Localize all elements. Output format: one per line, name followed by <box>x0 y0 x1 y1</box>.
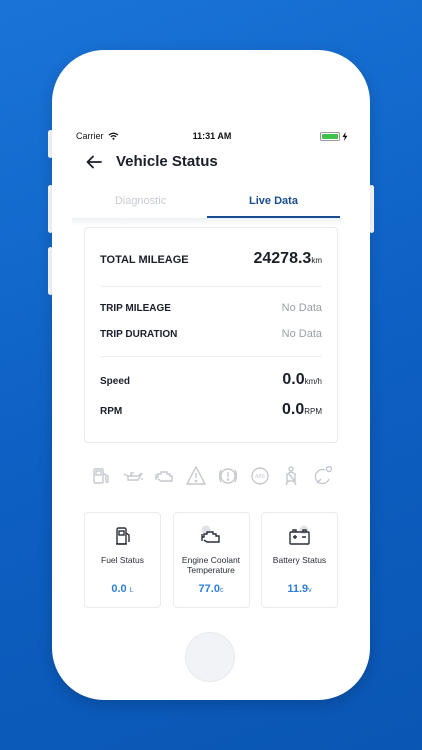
rpm-label: RPM <box>100 406 123 417</box>
rpm-unit: RPM <box>304 407 322 416</box>
tab-bar: Diagnostic Live Data <box>74 190 340 218</box>
fuel-status-label: Fuel Status <box>101 555 144 565</box>
tire-pressure-icon <box>314 465 333 485</box>
battery-status-unit: v <box>308 587 312 594</box>
trip-duration-label: TRIP DURATION <box>100 329 178 340</box>
status-tiles: Fuel Status 0.0 L Engine Coolant Tempera… <box>84 512 338 608</box>
speed-label: Speed <box>100 376 131 387</box>
trip-duration-value: No Data <box>281 328 322 340</box>
speed-value: 0.0 <box>282 371 305 388</box>
speed-row: Speed 0.0km/h <box>100 371 322 389</box>
speed-value-group: 0.0km/h <box>282 371 322 389</box>
page-title: Vehicle Status <box>116 153 218 170</box>
rpm-value-group: 0.0RPM <box>282 401 322 419</box>
engine-coolant-icon <box>201 525 220 543</box>
phone-frame: Carrier 11:31 AM Vehicle Status Diagnost… <box>52 50 370 700</box>
battery-status-label: Battery Status <box>272 555 327 565</box>
seatbelt-icon <box>285 466 297 486</box>
battery-icon <box>288 525 310 545</box>
rpm-row: RPM 0.0RPM <box>100 401 322 419</box>
charging-bolt-icon <box>342 131 348 141</box>
engine-coolant-value: 77.0 <box>198 583 220 595</box>
battery-level-icon <box>320 131 340 141</box>
trip-mileage-value: No Data <box>281 302 322 314</box>
oil-icon <box>123 472 143 481</box>
back-arrow-icon[interactable] <box>86 155 102 169</box>
wifi-icon <box>108 132 118 140</box>
status-bar: Carrier 11:31 AM <box>76 129 348 143</box>
fuel-status-value-group: 0.0 L <box>111 583 133 595</box>
tab-shadow <box>72 218 342 226</box>
battery-status-tile[interactable]: Battery Status 11.9v <box>261 512 338 608</box>
tab-live-data[interactable]: Live Data <box>207 190 340 218</box>
status-time: 11:31 AM <box>192 131 232 141</box>
carrier-label: Carrier <box>76 131 104 141</box>
divider <box>100 286 322 287</box>
fuel-status-unit: L <box>129 587 134 594</box>
svg-text:ABS: ABS <box>255 474 266 480</box>
live-data-card: TOTAL MILEAGE 24278.3km TRIP MILEAGE No … <box>84 227 338 443</box>
engine-coolant-label: Engine Coolant Temperature <box>181 555 241 576</box>
battery-status-value-group: 11.9v <box>287 583 311 595</box>
rpm-value: 0.0 <box>281 401 305 418</box>
tab-diagnostic[interactable]: Diagnostic <box>74 190 207 218</box>
abs-icon: ABS <box>250 467 269 485</box>
fuel-status-value: 0.0 <box>111 583 127 595</box>
engine-coolant-value-group: 77.0c <box>199 583 224 595</box>
engine-icon <box>155 471 174 482</box>
page-header: Vehicle Status <box>86 153 218 170</box>
engine-coolant-unit: c <box>219 587 224 594</box>
battery-status-value: 11.9 <box>287 583 309 595</box>
brake-icon <box>218 468 238 484</box>
engine-coolant-tile[interactable]: Engine Coolant Temperature 77.0c <box>172 512 250 608</box>
carrier-info: Carrier <box>76 131 119 141</box>
home-button[interactable] <box>185 632 235 682</box>
trip-mileage-row: TRIP MILEAGE No Data <box>100 302 322 314</box>
fuel-pump-icon <box>115 527 130 545</box>
trip-mileage-label: TRIP MILEAGE <box>100 303 171 314</box>
total-mileage-label: TOTAL MILEAGE <box>100 254 189 266</box>
divider <box>100 356 322 357</box>
trip-duration-row: TRIP DURATION No Data <box>100 328 322 340</box>
warning-icons-row: ABS <box>90 465 334 487</box>
total-mileage-value: 24278.3 <box>253 250 312 267</box>
total-mileage-value-group: 24278.3km <box>253 250 322 268</box>
fuel-status-tile[interactable]: Fuel Status 0.0 L <box>84 512 161 608</box>
speed-unit: km/h <box>304 377 322 386</box>
battery-indicator <box>320 131 348 141</box>
total-mileage-unit: km <box>311 256 322 265</box>
warning-triangle-icon <box>185 465 207 485</box>
total-mileage-row: TOTAL MILEAGE 24278.3km <box>100 250 322 268</box>
fuel-icon <box>93 468 109 484</box>
